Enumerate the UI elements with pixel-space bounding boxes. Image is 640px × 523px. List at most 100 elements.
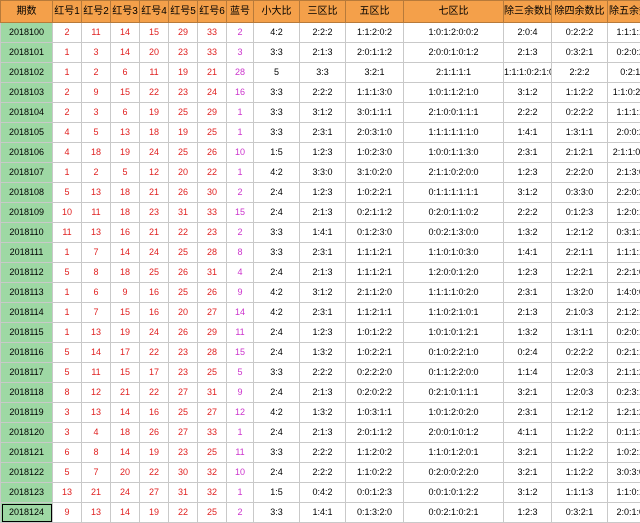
blue-ball-cell[interactable]: 15 — [227, 343, 254, 363]
red-ball-cell[interactable]: 26 — [140, 423, 169, 443]
red-ball-cell[interactable]: 19 — [111, 143, 140, 163]
red-ball-cell[interactable]: 23 — [169, 83, 198, 103]
red-ball-cell[interactable]: 13 — [82, 503, 111, 523]
ratio-cell[interactable]: 2:1:3 — [300, 383, 346, 403]
ratio-cell[interactable]: 2:1:3 — [504, 43, 552, 63]
red-ball-cell[interactable]: 16 — [140, 303, 169, 323]
red-ball-cell[interactable]: 18 — [140, 123, 169, 143]
period-cell[interactable]: 2018110 — [1, 223, 53, 243]
red-ball-cell[interactable]: 16 — [140, 283, 169, 303]
ratio-cell[interactable]: 1:2:1:2:0 — [608, 403, 640, 423]
column-header-5[interactable]: 红号5 — [169, 1, 198, 23]
red-ball-cell[interactable]: 4 — [82, 423, 111, 443]
ratio-cell[interactable]: 4:2 — [254, 283, 300, 303]
red-ball-cell[interactable]: 14 — [111, 503, 140, 523]
red-ball-cell[interactable]: 31 — [198, 263, 227, 283]
column-header-1[interactable]: 红号1 — [53, 1, 82, 23]
red-ball-cell[interactable]: 24 — [140, 143, 169, 163]
red-ball-cell[interactable]: 14 — [82, 343, 111, 363]
red-ball-cell[interactable]: 5 — [111, 163, 140, 183]
red-ball-cell[interactable]: 22 — [140, 83, 169, 103]
blue-ball-cell[interactable]: 12 — [227, 403, 254, 423]
red-ball-cell[interactable]: 5 — [53, 363, 82, 383]
red-ball-cell[interactable]: 25 — [198, 443, 227, 463]
red-ball-cell[interactable]: 20 — [169, 303, 198, 323]
period-cell[interactable]: 2018103 — [1, 83, 53, 103]
red-ball-cell[interactable]: 29 — [198, 103, 227, 123]
ratio-cell[interactable]: 2:3:1 — [504, 403, 552, 423]
red-ball-cell[interactable]: 18 — [111, 183, 140, 203]
period-cell[interactable]: 2018122 — [1, 463, 53, 483]
red-ball-cell[interactable]: 3 — [53, 403, 82, 423]
ratio-cell[interactable]: 1:3:2 — [300, 343, 346, 363]
period-cell[interactable]: 2018101 — [1, 43, 53, 63]
red-ball-cell[interactable]: 11 — [53, 223, 82, 243]
red-ball-cell[interactable]: 23 — [140, 203, 169, 223]
column-header-12[interactable]: 除三余数比 — [504, 1, 552, 23]
ratio-cell[interactable]: 1:3:2 — [504, 323, 552, 343]
red-ball-cell[interactable]: 9 — [82, 83, 111, 103]
ratio-cell[interactable]: 2:2:2 — [300, 463, 346, 483]
red-ball-cell[interactable]: 33 — [198, 203, 227, 223]
ratio-cell[interactable]: 0:1:2:3 — [552, 203, 608, 223]
ratio-cell[interactable]: 0:2:1:1:2 — [346, 203, 404, 223]
red-ball-cell[interactable]: 31 — [169, 203, 198, 223]
table-row[interactable]: 20181175111517232553:32:2:20:2:2:2:00:1:… — [1, 363, 640, 383]
column-header-14[interactable]: 除五余数比 — [608, 1, 640, 23]
red-ball-cell[interactable]: 13 — [82, 183, 111, 203]
ratio-cell[interactable]: 1:0:1:2:2 — [346, 323, 404, 343]
period-cell[interactable]: 2018106 — [1, 143, 53, 163]
blue-ball-cell[interactable]: 9 — [227, 283, 254, 303]
ratio-cell[interactable]: 0:4:2 — [300, 483, 346, 503]
ratio-cell[interactable]: 0:3:2:1 — [552, 503, 608, 523]
red-ball-cell[interactable]: 11 — [140, 63, 169, 83]
ratio-cell[interactable]: 2:1:3 — [300, 263, 346, 283]
table-row[interactable]: 201811011131621222323:31:4:10:1:2:3:00:0… — [1, 223, 640, 243]
red-ball-cell[interactable]: 27 — [198, 403, 227, 423]
red-ball-cell[interactable]: 10 — [53, 203, 82, 223]
ratio-cell[interactable]: 2:3:1 — [504, 283, 552, 303]
red-ball-cell[interactable]: 26 — [169, 323, 198, 343]
red-ball-cell[interactable]: 24 — [198, 83, 227, 103]
red-ball-cell[interactable]: 18 — [82, 143, 111, 163]
ratio-cell[interactable]: 0:2:0:1:3 — [608, 323, 640, 343]
ratio-cell[interactable]: 0:0:1:2:3 — [346, 483, 404, 503]
ratio-cell[interactable]: 0:3:1:2:0 — [608, 223, 640, 243]
ratio-cell[interactable]: 3:3:0 — [300, 163, 346, 183]
ratio-cell[interactable]: 3:1:2 — [504, 183, 552, 203]
blue-ball-cell[interactable]: 3 — [227, 43, 254, 63]
red-ball-cell[interactable]: 6 — [53, 443, 82, 463]
red-ball-cell[interactable]: 25 — [169, 283, 198, 303]
red-ball-cell[interactable]: 14 — [111, 443, 140, 463]
ratio-cell[interactable]: 2:2:2 — [504, 203, 552, 223]
blue-ball-cell[interactable]: 4 — [227, 263, 254, 283]
ratio-cell[interactable]: 0:2:0:1:1:0:2 — [404, 203, 504, 223]
table-row[interactable]: 201811511319242629112:41:2:31:0:1:2:21:0… — [1, 323, 640, 343]
blue-ball-cell[interactable]: 1 — [227, 483, 254, 503]
ratio-cell[interactable]: 1:0:1:1:2:1:0 — [404, 83, 504, 103]
period-cell[interactable]: 2018100 — [1, 23, 53, 43]
red-ball-cell[interactable]: 25 — [169, 143, 198, 163]
red-ball-cell[interactable]: 3 — [82, 103, 111, 123]
ratio-cell[interactable]: 1:1:1:3:0 — [346, 83, 404, 103]
red-ball-cell[interactable]: 24 — [140, 243, 169, 263]
ratio-cell[interactable]: 2:0:1:0:3 — [608, 503, 640, 523]
ratio-cell[interactable]: 1:1:0:1:0:3:0 — [404, 243, 504, 263]
red-ball-cell[interactable]: 22 — [169, 503, 198, 523]
ratio-cell[interactable]: 2:0:4 — [504, 23, 552, 43]
table-row[interactable]: 20181032915222324163:32:2:21:1:1:3:01:0:… — [1, 83, 640, 103]
red-ball-cell[interactable]: 22 — [198, 163, 227, 183]
red-ball-cell[interactable]: 2 — [53, 83, 82, 103]
ratio-cell[interactable]: 1:1:0:2:1:2 — [608, 83, 640, 103]
red-ball-cell[interactable]: 18 — [111, 263, 140, 283]
red-ball-cell[interactable]: 13 — [82, 223, 111, 243]
blue-ball-cell[interactable]: 1 — [227, 123, 254, 143]
red-ball-cell[interactable]: 13 — [53, 483, 82, 503]
ratio-cell[interactable]: 3:0:1:1:1 — [346, 103, 404, 123]
blue-ball-cell[interactable]: 5 — [227, 363, 254, 383]
column-header-0[interactable]: 期数 — [1, 1, 53, 23]
table-row[interactable]: 20181085131821263022:41:2:31:0:2:2:10:1:… — [1, 183, 640, 203]
red-ball-cell[interactable]: 1 — [53, 323, 82, 343]
ratio-cell[interactable]: 1:3:1:1 — [552, 123, 608, 143]
period-cell[interactable]: 2018113 — [1, 283, 53, 303]
